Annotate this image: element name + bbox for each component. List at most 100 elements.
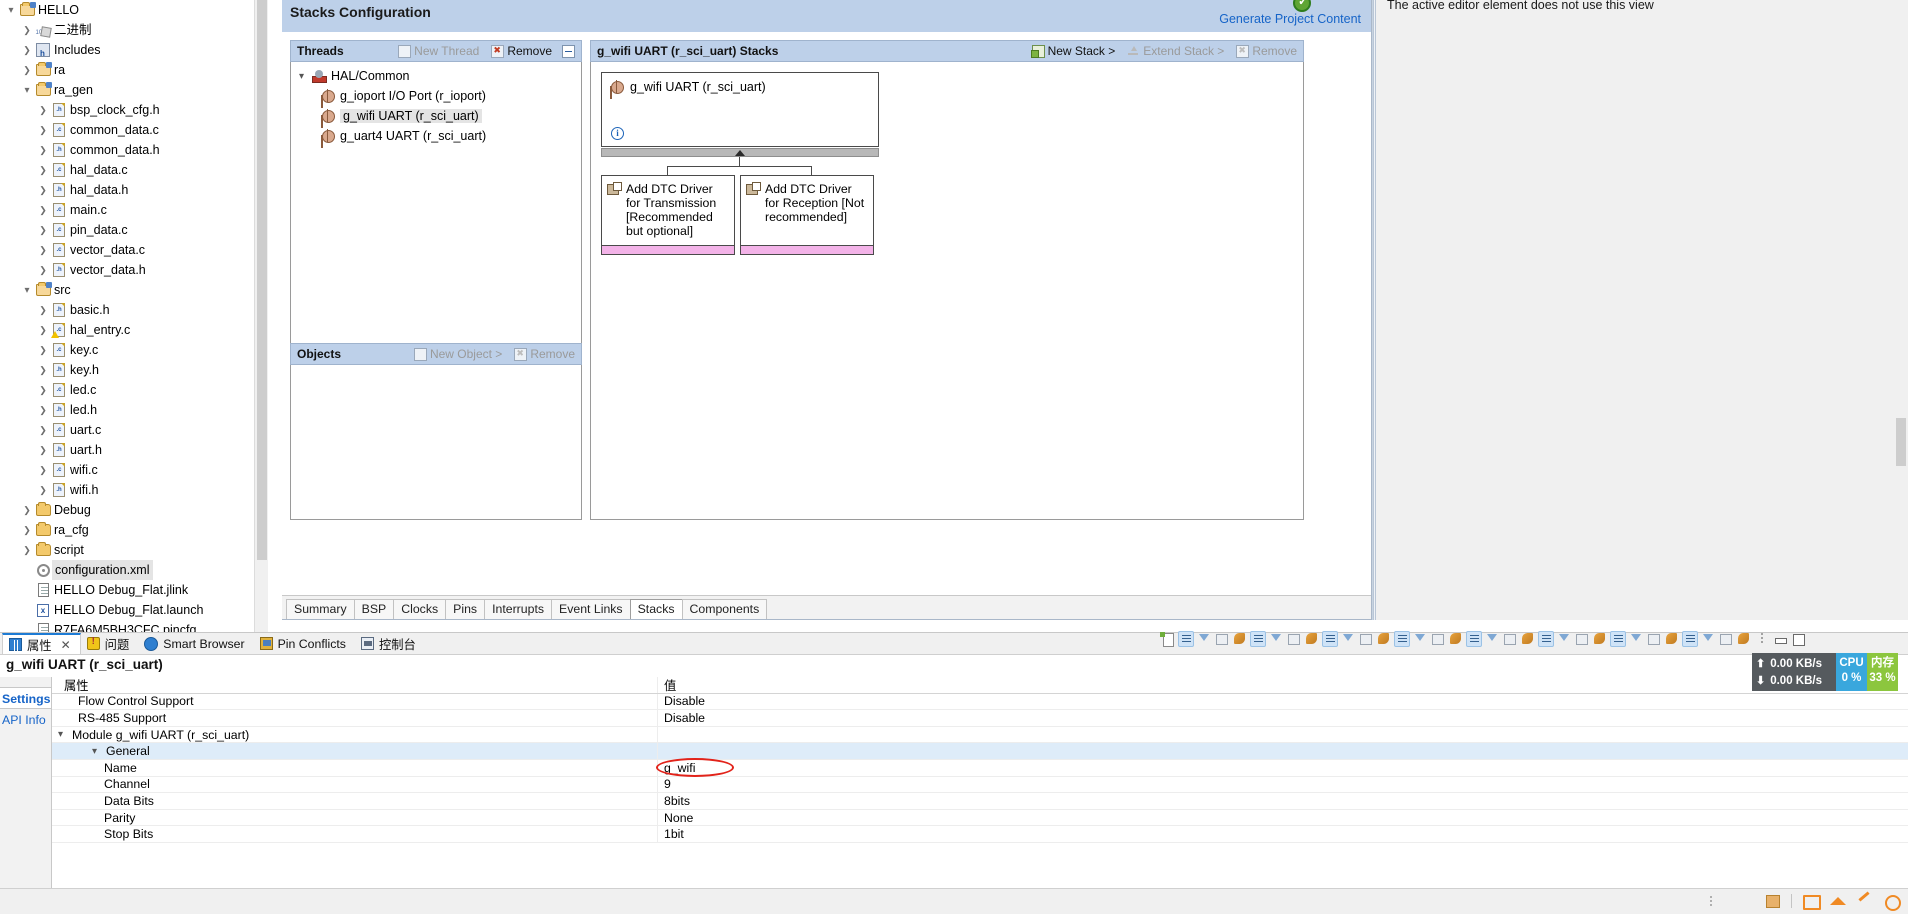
chevron-down-icon[interactable]	[4, 0, 18, 21]
stack-expand-bar[interactable]	[601, 148, 879, 157]
chevron-right-icon[interactable]	[36, 340, 50, 360]
new-object-button[interactable]: New Object >	[413, 347, 502, 361]
table-icon[interactable]	[1574, 631, 1590, 647]
drag-icon[interactable]	[1764, 893, 1781, 909]
tree-item[interactable]: src	[0, 280, 268, 300]
expand-all-icon[interactable]	[1178, 631, 1194, 647]
tree-item[interactable]: ra	[0, 60, 268, 80]
tree-item[interactable]: .h vector_data.h	[0, 260, 268, 280]
chevron-right-icon[interactable]	[36, 460, 50, 480]
tab-stacks[interactable]: Stacks	[629, 599, 683, 619]
tab-components[interactable]: Components	[681, 599, 768, 619]
expand-all-icon[interactable]	[1250, 631, 1266, 647]
tree-item[interactable]: .c led.c	[0, 380, 268, 400]
tree-item[interactable]: Includes	[0, 40, 268, 64]
tree-item[interactable]: .c hal_entry.c	[0, 320, 268, 340]
editor-tab-bar[interactable]: Summary BSP Clocks Pins Interrupts Event Link…	[282, 595, 1371, 619]
chevron-right-icon[interactable]	[20, 60, 34, 80]
chevron-right-icon[interactable]	[20, 20, 34, 40]
tree-item[interactable]: .h hal_data.h	[0, 180, 268, 200]
expand-all-icon[interactable]	[1610, 631, 1626, 647]
tree-item[interactable]: .c hal_data.c	[0, 160, 268, 180]
tree-item[interactable]: .h wifi.h	[0, 480, 268, 500]
table-icon[interactable]	[1286, 631, 1302, 647]
chevron-down-icon[interactable]: ▾	[92, 746, 106, 757]
chevron-right-icon[interactable]	[20, 40, 34, 60]
close-icon[interactable]: ✕	[61, 638, 71, 652]
stack-node-dtc-reception[interactable]: Add DTC Driver for Reception [Not recomm…	[740, 175, 874, 255]
table-icon[interactable]	[1646, 631, 1662, 647]
property-row[interactable]: Data Bits 8bits	[52, 793, 1908, 810]
chevron-right-icon[interactable]	[36, 420, 50, 440]
project-tree[interactable]: HELLO 二进制 Includes ra ra_gen .h bsp_clock_cfg.…	[0, 0, 268, 632]
thread-item[interactable]: g_wifi UART (r_sci_uart)	[291, 106, 581, 126]
property-row[interactable]: RS-485 Support Disable	[52, 710, 1908, 727]
tab-bsp[interactable]: BSP	[353, 599, 395, 619]
property-value[interactable]: Disable	[658, 710, 1908, 726]
chevron-right-icon[interactable]	[36, 180, 50, 200]
chevron-right-icon[interactable]	[36, 440, 50, 460]
tree-item[interactable]: .h uart.h	[0, 440, 268, 460]
property-value[interactable]: Disable	[658, 694, 1908, 710]
property-value[interactable]	[658, 727, 1908, 743]
property-value[interactable]: 8bits	[658, 793, 1908, 809]
chevron-right-icon[interactable]	[20, 500, 34, 520]
chevron-right-icon[interactable]	[36, 120, 50, 140]
chevron-right-icon[interactable]	[36, 240, 50, 260]
tree-item[interactable]: .c common_data.c	[0, 120, 268, 140]
filter-icon[interactable]	[1700, 631, 1716, 647]
tree-item[interactable]: .c pin_data.c	[0, 220, 268, 240]
stacks-canvas[interactable]: g_wifi UART (r_sci_uart) i Add DTC Drive…	[590, 62, 1304, 520]
property-row[interactable]: Stop Bits 1bit	[52, 826, 1908, 843]
chevron-right-icon[interactable]	[20, 520, 34, 540]
property-value[interactable]: 9	[658, 777, 1908, 793]
network-monitor-widget[interactable]: ⬆ 0.00 KB/s ⬇ 0.00 KB/s CPU 0 % 内存 33 %	[1752, 653, 1898, 691]
filter-icon[interactable]	[1628, 631, 1644, 647]
table-icon[interactable]	[1358, 631, 1374, 647]
explorer-scrollbar-thumb[interactable]	[257, 0, 267, 560]
run-icon[interactable]	[1664, 631, 1680, 647]
tab-pins[interactable]: Pins	[445, 599, 486, 619]
thread-item[interactable]: ▾ HAL/Common	[291, 66, 581, 86]
status-bar-handle[interactable]	[1710, 896, 1712, 898]
run-icon[interactable]	[1376, 631, 1392, 647]
filter-icon[interactable]	[1340, 631, 1356, 647]
tree-item[interactable]: HELLO Debug_Flat.jlink	[0, 580, 268, 600]
view-tab-smart-browser[interactable]: Smart Browser	[138, 633, 253, 654]
run-icon[interactable]	[1232, 631, 1248, 647]
property-row[interactable]: Name g_wifi	[52, 759, 1908, 777]
tab-event-links[interactable]: Event Links	[551, 599, 631, 619]
view-toolbar[interactable]	[1160, 628, 1908, 650]
property-row[interactable]: ▾ General	[52, 743, 1908, 760]
chevron-right-icon[interactable]	[36, 300, 50, 320]
collapse-threads-button[interactable]	[562, 44, 575, 58]
table-icon[interactable]	[1502, 631, 1518, 647]
pane-divider[interactable]	[1373, 0, 1376, 620]
thread-item[interactable]: g_ioport I/O Port (r_ioport)	[291, 86, 581, 106]
chevron-right-icon[interactable]	[36, 220, 50, 240]
tree-item[interactable]: .h common_data.h	[0, 140, 268, 160]
tree-item[interactable]: .h bsp_clock_cfg.h	[0, 100, 268, 120]
outline-scrollbar-thumb[interactable]	[1896, 418, 1906, 466]
threads-list[interactable]: ▾ HAL/Common g_ioport I/O Port (r_ioport) g…	[290, 62, 582, 347]
run-icon[interactable]	[1304, 631, 1320, 647]
remove-object-button[interactable]: Remove	[514, 347, 575, 361]
property-value[interactable]: None	[658, 810, 1908, 826]
chevron-right-icon[interactable]	[36, 380, 50, 400]
tree-item[interactable]: .c uart.c	[0, 420, 268, 440]
chevron-right-icon[interactable]	[36, 260, 50, 280]
objects-list[interactable]	[290, 365, 582, 520]
expand-all-icon[interactable]	[1466, 631, 1482, 647]
view-tab-problems[interactable]: 问题	[81, 633, 139, 654]
explorer-scrollbar[interactable]	[254, 0, 268, 632]
properties-table[interactable]: 属性值 Flow Control Support Disable RS-485 Sup…	[52, 677, 1908, 888]
tree-item[interactable]: .h key.h	[0, 360, 268, 380]
tab-summary[interactable]: Summary	[286, 599, 355, 619]
filter-icon[interactable]	[1412, 631, 1428, 647]
chevron-down-icon[interactable]	[20, 280, 34, 301]
chevron-right-icon[interactable]	[36, 140, 50, 160]
properties-tab-settings[interactable]: Settings	[0, 687, 51, 709]
property-value[interactable]: 1bit	[658, 826, 1908, 842]
tree-item[interactable]: ra_gen	[0, 80, 268, 100]
new-stack-button[interactable]: New Stack >	[1030, 44, 1115, 58]
